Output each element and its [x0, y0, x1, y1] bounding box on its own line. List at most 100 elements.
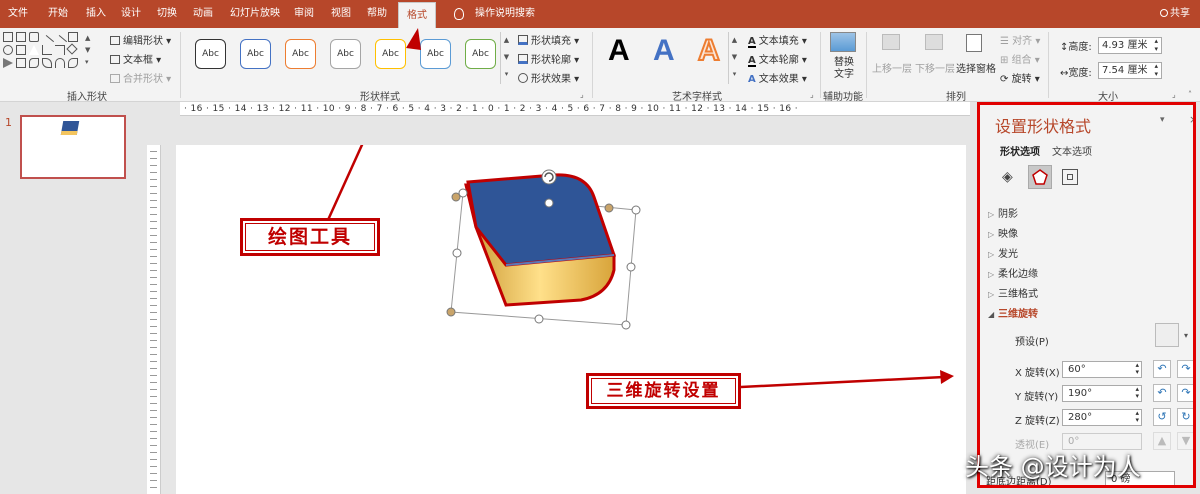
scribble-shape-icon[interactable] — [68, 58, 78, 68]
style-gallery-scroll[interactable]: ▲ ▼ ▾ — [500, 32, 512, 84]
shape-style-3[interactable]: Abc — [285, 39, 316, 69]
align-button[interactable]: ☰ 对齐 ▾ — [1000, 32, 1040, 47]
textbox-shape-icon[interactable] — [16, 32, 26, 42]
height-input[interactable]: 4.93 厘米 ▴ ▾ — [1098, 37, 1162, 54]
shape-style-2[interactable]: Abc — [240, 39, 271, 69]
shape-outline-button[interactable]: 形状轮廓 ▾ — [518, 51, 579, 66]
shape-style-7[interactable]: Abc — [465, 39, 496, 69]
merge-shapes-button[interactable]: 合并形状 ▾ — [110, 70, 171, 85]
shape-style-4[interactable]: Abc — [330, 39, 361, 69]
text-box-icon — [110, 55, 120, 64]
curve-shape-icon[interactable] — [42, 58, 52, 68]
text-effects-button[interactable]: A 文本效果 ▾ — [748, 70, 807, 85]
freeform-shape-icon[interactable] — [29, 58, 39, 68]
section-3d-rotation[interactable]: ◢ 三维旋转 — [988, 305, 1038, 320]
elbow-connector-icon[interactable] — [42, 45, 52, 55]
tab-transitions[interactable]: 切换 — [157, 0, 177, 28]
tab-slideshow[interactable]: 幻灯片放映 — [230, 0, 280, 28]
tab-shape-options[interactable]: 形状选项 — [1000, 143, 1040, 158]
collapse-ribbon-icon[interactable]: ˄ — [1188, 90, 1192, 99]
section-3d-format[interactable]: ▷ 三维格式 — [988, 285, 1038, 300]
triangle-shape-icon[interactable] — [29, 45, 39, 55]
dialog-launcher-icon[interactable]: ⌟ — [580, 90, 584, 99]
wordart-gallery-scroll[interactable]: ▲ ▼ ▾ — [728, 32, 740, 84]
x-rotation-input[interactable]: 60° ▴ ▾ — [1062, 361, 1142, 378]
text-outline-button[interactable]: A 文本轮廓 ▾ — [748, 51, 807, 67]
bring-forward-button[interactable]: 上移一层 — [872, 60, 912, 75]
edit-shape-button[interactable]: 编辑形状 ▾ — [110, 32, 171, 47]
tab-home[interactable]: 开始 — [48, 0, 68, 28]
rectangle-shape-icon[interactable] — [3, 32, 13, 42]
y-rotation-input[interactable]: 190° ▴ ▾ — [1062, 385, 1142, 402]
preset-dropdown[interactable] — [1155, 323, 1179, 347]
arc-shape-icon[interactable] — [55, 58, 65, 68]
3d-shape[interactable] — [464, 173, 617, 307]
bring-forward-icon[interactable] — [882, 34, 900, 50]
elbow-connector2-icon[interactable] — [55, 45, 65, 55]
text-box-button[interactable]: 文本框 ▾ — [110, 51, 161, 66]
tab-format[interactable]: 格式 — [398, 2, 436, 28]
tab-design[interactable]: 设计 — [121, 0, 141, 28]
y-rotate-up-icon[interactable]: ↶ — [1153, 384, 1171, 402]
gallery-more-icon[interactable]: ▲ ▼ ▾ — [85, 32, 95, 70]
diamond-shape-icon[interactable] — [66, 43, 78, 55]
z-rotate-cw-icon[interactable]: ↻ — [1177, 408, 1193, 426]
section-glow[interactable]: ▷ 发光 — [988, 245, 1018, 260]
send-backward-icon[interactable] — [925, 34, 943, 50]
square-shape-icon[interactable] — [68, 32, 78, 42]
preset-dropdown-arrow-icon[interactable]: ▾ — [1184, 331, 1188, 340]
rounded-rect-shape-icon[interactable] — [29, 32, 39, 42]
shape-style-5[interactable]: Abc — [375, 39, 406, 69]
size-properties-icon[interactable] — [1062, 169, 1078, 185]
shape-fill-button[interactable]: 形状填充 ▾ — [518, 32, 579, 47]
tab-review[interactable]: 审阅 — [294, 0, 314, 28]
tab-insert[interactable]: 插入 — [86, 0, 106, 28]
close-icon[interactable]: × — [1189, 113, 1193, 126]
slide-canvas[interactable]: 绘图工具 三维旋转设置 — [176, 145, 966, 494]
oval-shape-icon[interactable] — [3, 45, 13, 55]
rotate-button[interactable]: ⟳ 旋转 ▾ — [1000, 70, 1040, 85]
width-input[interactable]: 7.54 厘米 ▴ ▾ — [1098, 62, 1162, 79]
wordart-style-2[interactable]: A — [653, 34, 675, 68]
tell-me-search[interactable]: 操作说明搜索 — [475, 0, 535, 28]
effects-tab[interactable] — [1028, 165, 1052, 189]
z-rotate-ccw-icon[interactable]: ↺ — [1153, 408, 1171, 426]
section-reflection[interactable]: ▷ 映像 — [988, 225, 1018, 240]
wordart-style-3[interactable]: A — [697, 33, 721, 68]
tab-animations[interactable]: 动画 — [193, 0, 213, 28]
arrow-shape-icon[interactable] — [16, 58, 26, 68]
share-button[interactable]: 共享 — [1160, 0, 1190, 28]
tab-text-options[interactable]: 文本选项 — [1052, 143, 1092, 158]
group-button[interactable]: ⊞ 组合 ▾ — [1000, 51, 1040, 66]
tab-view[interactable]: 视图 — [331, 0, 351, 28]
rotate-handle-icon[interactable] — [541, 169, 557, 185]
alt-text-icon[interactable] — [830, 32, 856, 52]
alt-text-button[interactable]: 替换 文字 — [834, 57, 854, 81]
send-backward-button[interactable]: 下移一层 — [915, 60, 955, 75]
pane-options-icon[interactable]: ▾ — [1160, 115, 1165, 125]
slide-thumbnail[interactable] — [20, 115, 126, 179]
down-arrow-shape-icon[interactable] — [3, 58, 13, 68]
wordart-style-1[interactable]: A — [608, 34, 630, 68]
shapes-gallery[interactable]: ▲ ▼ ▾ — [3, 32, 105, 84]
shape-style-6[interactable]: Abc — [420, 39, 451, 69]
dialog-launcher-icon[interactable]: ⌟ — [1172, 90, 1176, 99]
shape-effects-button[interactable]: 形状效果 ▾ — [518, 70, 579, 85]
tab-file[interactable]: 文件 — [8, 0, 28, 28]
section-soft-edges[interactable]: ▷ 柔化边缘 — [988, 265, 1038, 280]
square2-shape-icon[interactable] — [16, 45, 26, 55]
tab-help[interactable]: 帮助 — [367, 0, 387, 28]
x-rotate-right-icon[interactable]: ↷ — [1177, 360, 1193, 378]
shape-style-1[interactable]: Abc — [195, 39, 226, 69]
x-rotate-left-icon[interactable]: ↶ — [1153, 360, 1171, 378]
selection-pane-button[interactable]: 选择窗格 — [956, 60, 996, 75]
perspective-down-icon[interactable]: ▼ — [1177, 432, 1193, 450]
fill-line-icon[interactable]: ◈ — [1002, 169, 1018, 185]
perspective-up-icon[interactable]: ▲ — [1153, 432, 1171, 450]
selection-pane-icon[interactable] — [966, 34, 982, 52]
text-fill-button[interactable]: A 文本填充 ▾ — [748, 32, 807, 48]
section-shadow[interactable]: ▷ 阴影 — [988, 205, 1018, 220]
y-rotate-down-icon[interactable]: ↷ — [1177, 384, 1193, 402]
dialog-launcher-icon[interactable]: ⌟ — [810, 90, 814, 99]
z-rotation-input[interactable]: 280° ▴ ▾ — [1062, 409, 1142, 426]
